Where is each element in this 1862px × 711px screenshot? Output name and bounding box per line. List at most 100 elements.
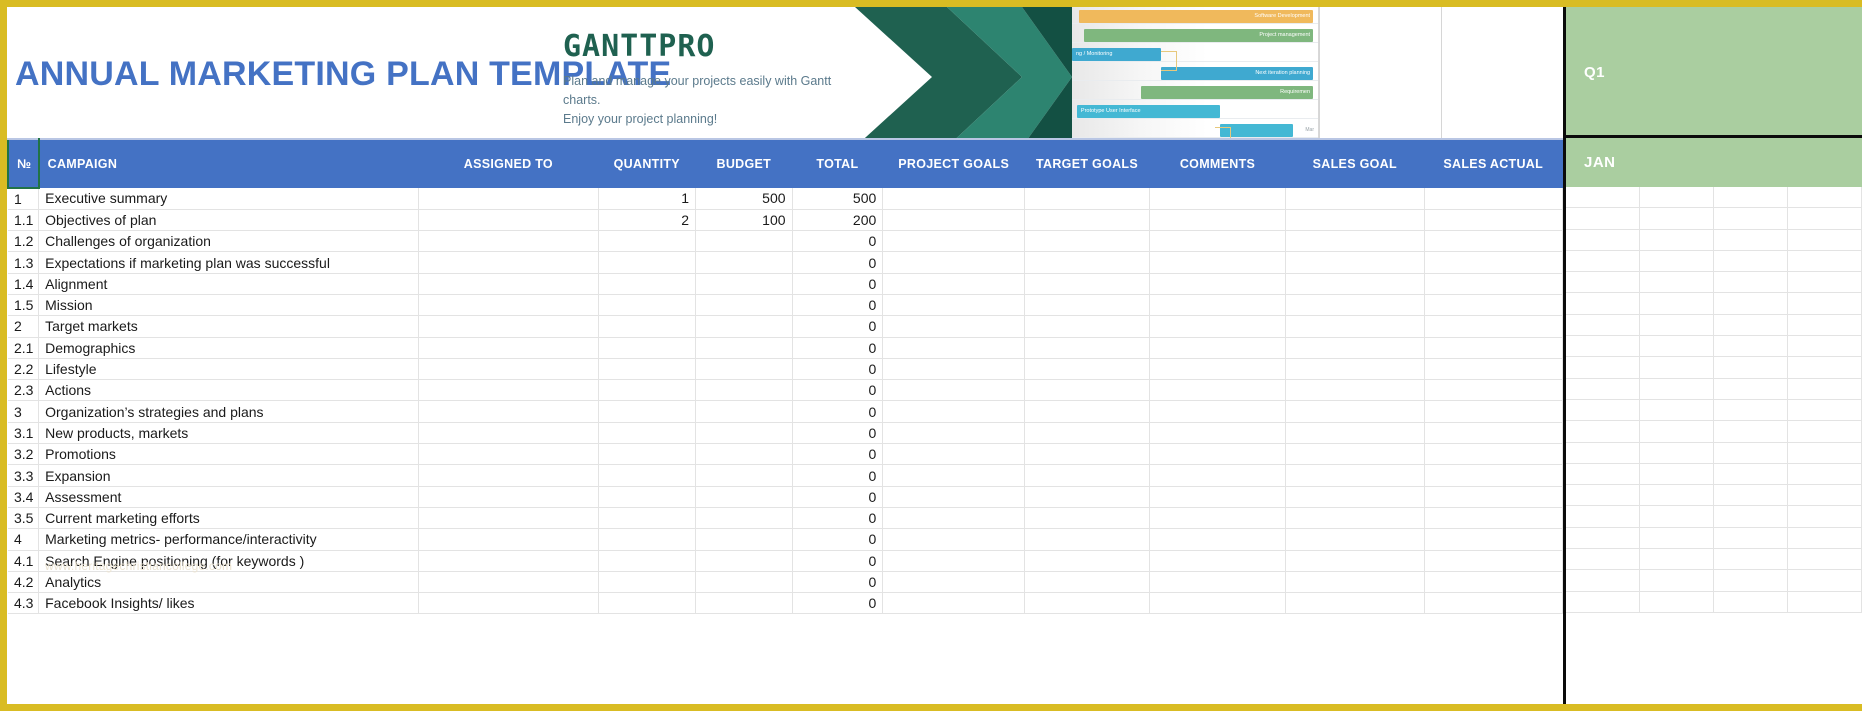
cell-jan[interactable]: [1640, 357, 1714, 379]
cell-jan[interactable]: [1566, 570, 1640, 592]
cell-comments[interactable]: [1149, 528, 1287, 551]
cell-quantity[interactable]: 1: [598, 188, 697, 210]
cell-no[interactable]: 3.3: [8, 464, 40, 487]
cell-sales_goal[interactable]: [1285, 571, 1425, 594]
cell-project_goals[interactable]: [882, 400, 1026, 423]
cell-jan[interactable]: [1640, 506, 1714, 528]
cell-sales_actual[interactable]: [1424, 188, 1563, 210]
cell-no[interactable]: 2.3: [8, 379, 40, 402]
cell-jan[interactable]: [1714, 463, 1788, 486]
cell-jan[interactable]: [1788, 591, 1862, 613]
column-header-campaign[interactable]: CAMPAIGN: [38, 138, 419, 188]
cell-jan[interactable]: [1640, 314, 1714, 337]
cell-sales_goal[interactable]: [1285, 358, 1425, 381]
cell-jan[interactable]: [1714, 336, 1788, 358]
cell-sales_goal[interactable]: [1285, 251, 1425, 274]
cell-jan[interactable]: [1566, 293, 1640, 315]
cell-comments[interactable]: [1149, 230, 1287, 253]
cell-jan[interactable]: [1566, 378, 1640, 400]
cell-no[interactable]: 3.5: [8, 507, 40, 530]
cell-target_goals[interactable]: [1024, 230, 1150, 253]
cell-jan[interactable]: [1788, 229, 1862, 251]
cell-project_goals[interactable]: [882, 443, 1026, 466]
cell-sales_actual[interactable]: [1424, 550, 1563, 572]
cell-jan[interactable]: [1714, 421, 1788, 443]
cell-jan[interactable]: [1714, 399, 1788, 422]
cell-assigned_to[interactable]: [418, 209, 599, 232]
cell-budget[interactable]: [695, 422, 793, 445]
cell-comments[interactable]: [1149, 400, 1287, 423]
cell-project_goals[interactable]: [882, 273, 1026, 295]
cell-jan[interactable]: [1640, 272, 1714, 294]
cell-no[interactable]: 4: [8, 528, 40, 551]
cell-jan[interactable]: [1714, 527, 1788, 550]
cell-comments[interactable]: [1149, 443, 1287, 466]
cell-total[interactable]: 0: [792, 294, 884, 317]
cell-campaign[interactable]: Organization’s strategies and plans: [38, 400, 420, 423]
cell-total[interactable]: 0: [792, 400, 884, 423]
cell-campaign[interactable]: New products, markets: [38, 422, 420, 445]
cell-sales_goal[interactable]: [1285, 209, 1425, 232]
cell-project_goals[interactable]: [882, 294, 1026, 317]
cell-comments[interactable]: [1149, 273, 1287, 295]
cell-project_goals[interactable]: [882, 550, 1026, 572]
cell-jan[interactable]: [1714, 570, 1788, 592]
cell-quantity[interactable]: [598, 550, 697, 572]
cell-assigned_to[interactable]: [418, 273, 599, 295]
cell-project_goals[interactable]: [882, 337, 1026, 359]
cell-jan[interactable]: [1640, 378, 1714, 400]
cell-budget[interactable]: [695, 592, 793, 615]
cell-assigned_to[interactable]: [418, 550, 599, 572]
cell-sales_goal[interactable]: [1285, 400, 1425, 423]
cell-campaign[interactable]: Assessment: [38, 486, 420, 508]
cell-jan[interactable]: [1640, 293, 1714, 315]
cell-jan[interactable]: [1566, 421, 1640, 443]
cell-sales_actual[interactable]: [1424, 337, 1563, 359]
cell-budget[interactable]: 100: [695, 209, 793, 232]
cell-assigned_to[interactable]: [418, 188, 599, 210]
cell-campaign[interactable]: Mission: [38, 294, 420, 317]
cell-sales_actual[interactable]: [1424, 315, 1563, 338]
cell-sales_actual[interactable]: [1424, 379, 1563, 402]
cell-comments[interactable]: [1149, 315, 1287, 338]
cell-campaign[interactable]: Target markets: [38, 315, 420, 338]
cell-jan[interactable]: [1640, 591, 1714, 613]
cell-project_goals[interactable]: [882, 486, 1026, 508]
cell-project_goals[interactable]: [882, 507, 1026, 530]
cell-jan[interactable]: [1714, 272, 1788, 294]
cell-assigned_to[interactable]: [418, 294, 599, 317]
cell-comments[interactable]: [1149, 592, 1287, 615]
cell-sales_goal[interactable]: [1285, 592, 1425, 615]
cell-campaign[interactable]: Objectives of plan: [38, 209, 420, 232]
column-header-target-goals[interactable]: TARGET GOALS: [1024, 138, 1150, 188]
cell-assigned_to[interactable]: [418, 337, 599, 359]
cell-total[interactable]: 0: [792, 486, 884, 508]
cell-project_goals[interactable]: [882, 464, 1026, 487]
cell-jan[interactable]: [1714, 591, 1788, 613]
cell-quantity[interactable]: [598, 592, 697, 615]
cell-assigned_to[interactable]: [418, 571, 599, 594]
cell-assigned_to[interactable]: [418, 443, 599, 466]
cell-jan[interactable]: [1640, 570, 1714, 592]
cell-campaign[interactable]: Lifestyle: [38, 358, 420, 381]
cell-no[interactable]: 1.5: [8, 294, 40, 317]
cell-assigned_to[interactable]: [418, 507, 599, 530]
cell-comments[interactable]: [1149, 464, 1287, 487]
cell-target_goals[interactable]: [1024, 592, 1150, 615]
cell-campaign[interactable]: Alignment: [38, 273, 420, 295]
cell-quantity[interactable]: [598, 422, 697, 445]
cell-jan[interactable]: [1788, 527, 1862, 550]
cell-target_goals[interactable]: [1024, 550, 1150, 572]
cell-target_goals[interactable]: [1024, 528, 1150, 551]
cell-target_goals[interactable]: [1024, 294, 1150, 317]
cell-budget[interactable]: [695, 507, 793, 530]
cell-budget[interactable]: [695, 528, 793, 551]
cell-jan[interactable]: [1788, 336, 1862, 358]
cell-sales_goal[interactable]: [1285, 486, 1425, 508]
cell-jan[interactable]: [1640, 208, 1714, 230]
cell-jan[interactable]: [1788, 399, 1862, 422]
cell-sales_actual[interactable]: [1424, 507, 1563, 530]
cell-assigned_to[interactable]: [418, 400, 599, 423]
cell-comments[interactable]: [1149, 337, 1287, 359]
cell-no[interactable]: 2.1: [8, 337, 40, 359]
